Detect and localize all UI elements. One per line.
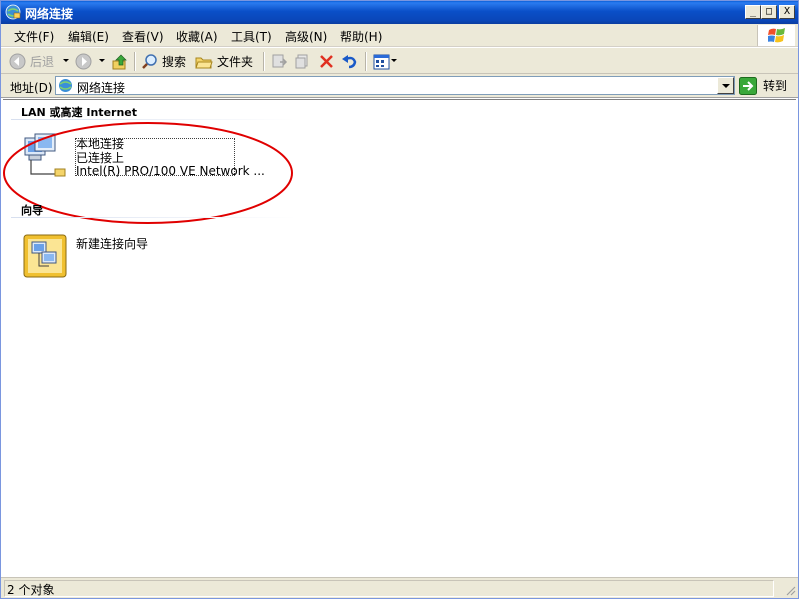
- move-to-button[interactable]: [271, 51, 288, 72]
- standard-toolbar: 后退 搜索 文件夹: [1, 47, 798, 74]
- folders-icon: [195, 57, 213, 68]
- address-dropdown-button[interactable]: [717, 77, 734, 94]
- back-dropdown-icon[interactable]: [63, 59, 69, 62]
- group-divider: [11, 217, 296, 218]
- search-label: 搜索: [162, 55, 187, 69]
- delete-button[interactable]: [318, 51, 335, 72]
- go-arrow-icon: [739, 76, 757, 95]
- up-folder-icon: [112, 54, 127, 69]
- address-bar: 地址(D) 网络连接 转到: [1, 74, 798, 98]
- folders-label: 文件夹: [217, 55, 254, 69]
- go-label: 转到: [763, 79, 788, 93]
- back-label: 后退: [30, 55, 55, 69]
- address-label: 地址(D): [10, 81, 53, 95]
- menu-bar: 文件(F) 编辑(E) 查看(V) 收藏(A) 工具(T) 高级(N) 帮助(H…: [1, 24, 798, 47]
- group-heading-wizard: 向导: [21, 204, 43, 217]
- back-arrow-icon: [9, 53, 26, 70]
- group-heading-lan: LAN 或高速 Internet: [21, 106, 138, 119]
- close-button[interactable]: X: [779, 5, 795, 19]
- search-button[interactable]: 搜索: [141, 51, 186, 72]
- menu-view[interactable]: 查看(V): [122, 28, 164, 45]
- resize-grip-icon[interactable]: [784, 584, 796, 596]
- search-icon: [142, 54, 157, 69]
- status-pane: [4, 580, 774, 597]
- new-connection-wizard-icon: [23, 234, 67, 278]
- status-text: 2 个对象: [7, 583, 55, 597]
- title-bar[interactable]: 网络连接 _ □ X: [1, 1, 798, 24]
- menu-edit[interactable]: 编辑(E): [68, 28, 109, 45]
- menu-help[interactable]: 帮助(H): [340, 28, 382, 45]
- network-connections-icon: [5, 4, 21, 20]
- forward-button[interactable]: [75, 51, 92, 72]
- forward-arrow-icon: [75, 53, 92, 70]
- menu-tools[interactable]: 工具(T): [231, 28, 272, 45]
- up-folder-button[interactable]: [111, 51, 129, 72]
- views-dropdown-icon[interactable]: [391, 59, 397, 62]
- undo-icon: [342, 55, 357, 69]
- wizard-name: 新建连接向导: [76, 237, 149, 251]
- delete-x-icon: [320, 55, 333, 68]
- toolbar-separator: [263, 52, 265, 71]
- move-to-icon: [272, 54, 288, 68]
- folders-button[interactable]: 文件夹: [195, 51, 253, 72]
- status-bar: 2 个对象: [1, 577, 798, 598]
- copy-to-button[interactable]: [294, 51, 311, 72]
- toolbar-separator: [365, 52, 367, 71]
- toolbar-separator: [134, 52, 136, 71]
- annotation-circle: [3, 122, 293, 224]
- menu-favorites[interactable]: 收藏(A): [176, 28, 218, 45]
- windows-flag-icon: [768, 28, 785, 43]
- explorer-window: 网络连接 _ □ X 文件(F) 编辑(E) 查看(V) 收藏(A) 工具(T)…: [0, 0, 799, 599]
- minimize-button[interactable]: _: [745, 5, 761, 19]
- go-button[interactable]: 转到: [739, 76, 787, 95]
- views-button[interactable]: [373, 51, 390, 72]
- windows-logo-area: [757, 25, 795, 46]
- copy-to-icon: [295, 54, 308, 69]
- address-value: 网络连接: [77, 81, 126, 95]
- address-input[interactable]: 网络连接: [55, 76, 735, 95]
- undo-button[interactable]: [341, 51, 358, 72]
- network-connections-icon: [59, 79, 72, 92]
- menu-file[interactable]: 文件(F): [14, 28, 54, 45]
- file-list-pane[interactable]: LAN 或高速 Internet 本地连接 已连接上 Intel(R) PRO/…: [3, 99, 796, 576]
- menu-advanced[interactable]: 高级(N): [285, 28, 327, 45]
- window-title: 网络连接: [25, 7, 74, 21]
- back-button[interactable]: 后退: [9, 51, 54, 72]
- maximize-button[interactable]: □: [761, 5, 777, 19]
- views-icon: [373, 54, 390, 69]
- forward-dropdown-icon[interactable]: [99, 59, 105, 62]
